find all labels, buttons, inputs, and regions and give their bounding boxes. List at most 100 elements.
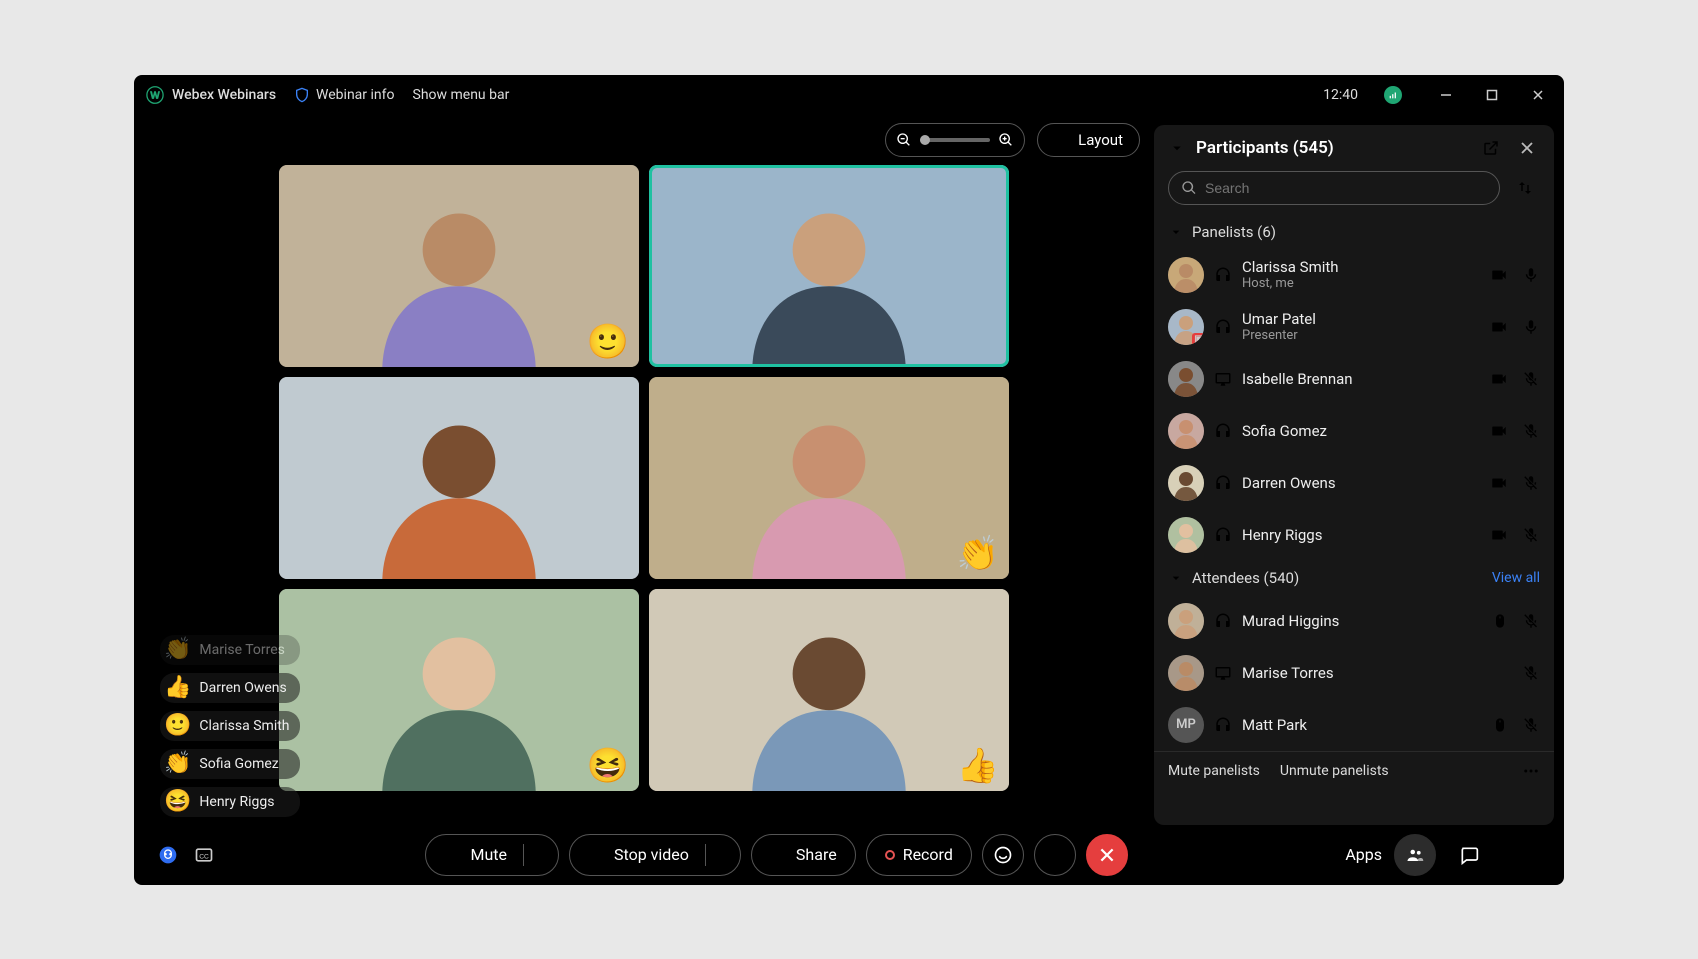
participant-name: Sofia Gomez [1242, 422, 1480, 440]
chat-button[interactable] [1448, 834, 1490, 876]
view-all-link[interactable]: View all [1492, 570, 1540, 586]
zoom-out-icon[interactable] [896, 132, 912, 148]
apps-button[interactable]: Apps [1319, 845, 1382, 864]
zoom-control[interactable] [885, 123, 1025, 157]
headset-icon [1214, 716, 1232, 734]
mic-status-icon [1522, 266, 1540, 284]
shield-icon [294, 87, 310, 103]
avatar [1168, 257, 1204, 293]
panelist-row[interactable]: Isabelle Brennan [1168, 353, 1540, 405]
panel-header: Participants (545) [1154, 125, 1554, 171]
computer-icon [1214, 370, 1232, 388]
search-input[interactable] [1205, 180, 1487, 196]
more-options-button[interactable] [1034, 834, 1076, 876]
panelist-row[interactable]: Sofia Gomez [1168, 405, 1540, 457]
chevron-down-icon[interactable] [716, 847, 732, 863]
webinar-info-button[interactable]: Webinar info [294, 87, 394, 103]
attendee-row[interactable]: MP Matt Park [1168, 699, 1540, 751]
mouse-icon [1492, 613, 1508, 629]
video-tile[interactable]: 😆 [279, 589, 639, 791]
close-icon [1098, 846, 1116, 864]
record-label: Record [903, 845, 953, 864]
record-button[interactable]: Record [866, 834, 972, 876]
participants-panel: Participants (545) Panelists (6) [1154, 125, 1554, 825]
mic-status-icon [1522, 422, 1540, 440]
mic-status-icon [1522, 612, 1540, 630]
window-close-button[interactable] [1524, 81, 1552, 109]
tile-reaction-icon: 👍 [957, 749, 999, 783]
sort-icon [1516, 179, 1534, 197]
headset-icon [1214, 266, 1232, 284]
headset-icon [1214, 526, 1232, 544]
panelists-list: Clarissa Smith Host, me ▣ Umar Patel Pre… [1154, 249, 1554, 561]
panelist-row[interactable]: Henry Riggs [1168, 509, 1540, 561]
video-tile[interactable]: 👏 [649, 377, 1009, 579]
search-icon [1181, 180, 1197, 196]
assistant-button[interactable] [154, 841, 182, 869]
camera-icon [1490, 474, 1508, 492]
participant-name: Marise Torres [1242, 664, 1512, 682]
share-button[interactable]: Share [751, 834, 856, 876]
participants-toggle-button[interactable] [1394, 834, 1436, 876]
mute-panelists-button[interactable]: Mute panelists [1168, 763, 1260, 779]
dots-icon [1514, 846, 1532, 864]
unmute-panelists-button[interactable]: Unmute panelists [1280, 763, 1389, 779]
sort-button[interactable] [1510, 173, 1540, 203]
captions-button[interactable] [194, 845, 234, 865]
panelists-group-header[interactable]: Panelists (6) [1154, 215, 1554, 249]
reaction-feed-item: 🙂 Clarissa Smith [160, 711, 300, 741]
share-label: Share [796, 845, 837, 864]
panel-title: Participants (545) [1196, 138, 1334, 158]
avatar: MP [1168, 707, 1204, 743]
stop-video-button[interactable]: Stop video [569, 834, 741, 876]
titlebar: ⓦ Webex Webinars Webinar info Show menu … [134, 75, 1564, 115]
emoji-icon [993, 845, 1013, 865]
window-minimize-button[interactable] [1432, 81, 1460, 109]
window-maximize-button[interactable] [1478, 81, 1506, 109]
computer-icon [1214, 664, 1232, 682]
panelist-row[interactable]: ▣ Umar Patel Presenter [1168, 301, 1540, 353]
reaction-name: Marise Torres [199, 642, 285, 658]
participant-role: Presenter [1242, 328, 1480, 343]
chevron-down-icon[interactable] [534, 847, 550, 863]
close-panel-button[interactable] [1514, 135, 1540, 161]
attendees-group-header[interactable]: Attendees (540) View all [1154, 561, 1554, 595]
video-tile[interactable] [649, 165, 1009, 367]
search-box[interactable] [1168, 171, 1500, 205]
brand: ⓦ Webex Webinars [146, 82, 276, 108]
zoom-slider[interactable] [920, 138, 990, 142]
video-tile[interactable]: 👍 [649, 589, 1009, 791]
chevron-down-icon[interactable] [1168, 139, 1186, 157]
tile-reaction-icon: 😆 [587, 749, 629, 783]
video-grid: 🙂 👏 😆 [279, 165, 1009, 791]
mute-label: Mute [470, 845, 507, 864]
chevron-down-icon [1168, 570, 1184, 586]
apps-icon [1319, 846, 1337, 864]
panelist-row[interactable]: Darren Owens [1168, 457, 1540, 509]
end-call-button[interactable] [1086, 834, 1128, 876]
reactions-button[interactable] [982, 834, 1024, 876]
panel-more-button[interactable] [1522, 762, 1540, 780]
grid-icon [1054, 132, 1070, 148]
camera-icon [1490, 370, 1508, 388]
panel-options-button[interactable] [1502, 834, 1544, 876]
mute-button[interactable]: Mute [425, 834, 559, 876]
layout-button[interactable]: Layout [1037, 123, 1140, 157]
reaction-feed-item: 👏 Sofia Gomez [160, 749, 300, 779]
connection-quality-badge[interactable] [1384, 86, 1402, 104]
participant-name: Murad Higgins [1242, 612, 1482, 630]
avatar [1168, 361, 1204, 397]
show-menu-toggle[interactable]: Show menu bar [413, 87, 532, 103]
avatar [1168, 603, 1204, 639]
popout-button[interactable] [1478, 135, 1504, 161]
reaction-emoji-icon: 🙂 [164, 715, 191, 737]
video-tile[interactable] [279, 377, 639, 579]
panelist-row[interactable]: Clarissa Smith Host, me [1168, 249, 1540, 301]
dots-icon [1046, 846, 1064, 864]
zoom-in-icon[interactable] [998, 132, 1014, 148]
attendee-row[interactable]: Marise Torres [1168, 647, 1540, 699]
video-tile[interactable]: 🙂 [279, 165, 639, 367]
attendee-row[interactable]: Murad Higgins [1168, 595, 1540, 647]
clock: 12:40 [1323, 87, 1358, 103]
app-window: ⓦ Webex Webinars Webinar info Show menu … [134, 75, 1564, 885]
